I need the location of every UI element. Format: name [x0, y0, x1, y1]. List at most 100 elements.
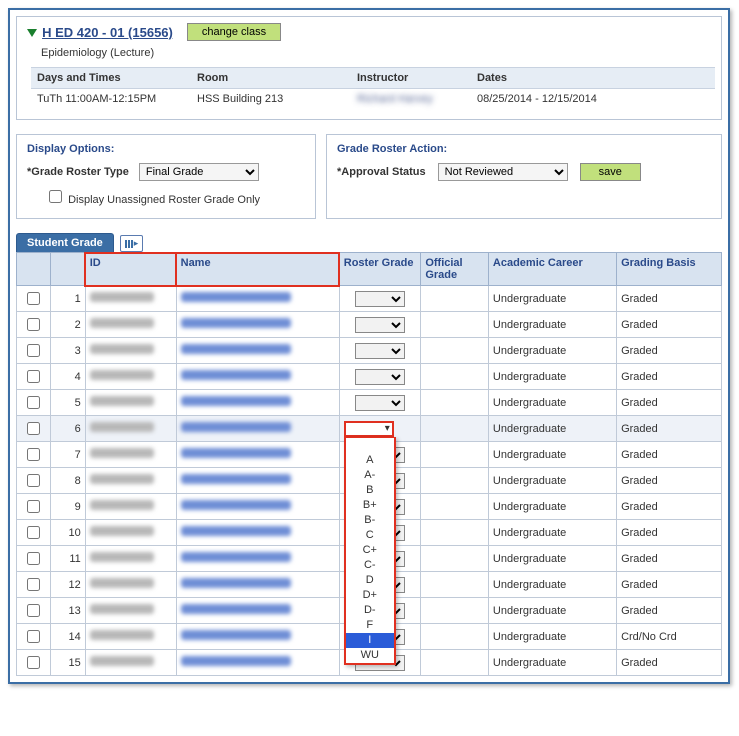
grade-option[interactable]: B	[346, 483, 394, 498]
grade-option[interactable]: B-	[346, 513, 394, 528]
class-link[interactable]: H ED 420 - 01 (15656)	[42, 25, 173, 40]
collapse-toggle[interactable]: H ED 420 - 01 (15656)	[27, 25, 173, 40]
student-name-link[interactable]	[181, 371, 291, 383]
grade-option[interactable]: D-	[346, 603, 394, 618]
official-grade	[421, 572, 489, 598]
student-name-link[interactable]	[181, 553, 291, 565]
row-number: 11	[50, 546, 85, 572]
th-official-grade[interactable]: Official Grade	[421, 253, 489, 286]
grading-basis: Graded	[617, 286, 722, 312]
row-checkbox[interactable]	[27, 292, 40, 305]
val-days: TuTh 11:00AM-12:15PM	[31, 89, 191, 110]
row-checkbox[interactable]	[27, 448, 40, 461]
grade-option[interactable]: D+	[346, 588, 394, 603]
grade-select[interactable]	[355, 343, 405, 359]
row-checkbox[interactable]	[27, 500, 40, 513]
grading-basis: Graded	[617, 494, 722, 520]
row-checkbox[interactable]	[27, 578, 40, 591]
grade-select[interactable]	[355, 369, 405, 385]
academic-career: Undergraduate	[488, 494, 616, 520]
official-grade	[421, 364, 489, 390]
unassigned-only-checkbox[interactable]	[49, 190, 62, 203]
student-name-link[interactable]	[181, 475, 291, 487]
grade-select[interactable]	[355, 317, 405, 333]
row-number: 6	[50, 416, 85, 442]
student-id	[85, 312, 176, 338]
grade-option[interactable]: A	[346, 453, 394, 468]
official-grade	[421, 650, 489, 676]
grade-dropdown-list[interactable]: AA-BB+B-CC+C-DD+D-FIWU	[344, 437, 396, 665]
row-number: 12	[50, 572, 85, 598]
row-number: 13	[50, 598, 85, 624]
official-grade	[421, 286, 489, 312]
grade-option[interactable]: D	[346, 573, 394, 588]
student-name-link[interactable]	[181, 319, 291, 331]
student-name-link[interactable]	[181, 423, 291, 435]
student-name-link[interactable]	[181, 579, 291, 591]
row-checkbox[interactable]	[27, 370, 40, 383]
roster-grade-cell: ▾ AA-BB+B-CC+C-DD+D-FIWU	[339, 416, 421, 442]
grade-option[interactable]: I	[346, 633, 394, 648]
row-checkbox[interactable]	[27, 656, 40, 669]
student-id	[85, 520, 176, 546]
grade-option[interactable]: F	[346, 618, 394, 633]
th-name[interactable]: Name	[176, 253, 339, 286]
row-checkbox[interactable]	[27, 630, 40, 643]
academic-career: Undergraduate	[488, 390, 616, 416]
official-grade	[421, 520, 489, 546]
grade-option[interactable]: WU	[346, 648, 394, 663]
row-checkbox[interactable]	[27, 526, 40, 539]
th-basis[interactable]: Grading Basis	[617, 253, 722, 286]
student-name-link[interactable]	[181, 345, 291, 357]
grading-basis: Graded	[617, 442, 722, 468]
th-roster-grade[interactable]: Roster Grade	[339, 253, 421, 286]
row-checkbox[interactable]	[27, 396, 40, 409]
row-checkbox[interactable]	[27, 474, 40, 487]
grade-select[interactable]	[355, 291, 405, 307]
row-number: 1	[50, 286, 85, 312]
student-name-link[interactable]	[181, 631, 291, 643]
approval-status-select[interactable]: Not Reviewed	[438, 163, 568, 181]
student-id	[85, 416, 176, 442]
student-name-link[interactable]	[181, 501, 291, 513]
tab-student-grade[interactable]: Student Grade	[16, 233, 114, 252]
roster-type-select[interactable]: Final Grade	[139, 163, 259, 181]
grade-option[interactable]: B+	[346, 498, 394, 513]
grade-option[interactable]: C+	[346, 543, 394, 558]
academic-career: Undergraduate	[488, 598, 616, 624]
grade-option[interactable]: C	[346, 528, 394, 543]
student-name-link[interactable]	[181, 657, 291, 669]
roster-action-box: Grade Roster Action: *Approval Status No…	[326, 134, 722, 219]
row-checkbox[interactable]	[27, 422, 40, 435]
grade-option-blank[interactable]	[346, 438, 394, 453]
th-career[interactable]: Academic Career	[488, 253, 616, 286]
row-checkbox[interactable]	[27, 552, 40, 565]
grade-select[interactable]	[355, 395, 405, 411]
th-id[interactable]: ID	[85, 253, 176, 286]
roster-type-label: *Grade Roster Type	[27, 166, 129, 178]
grid-view-icon[interactable]: ▸	[120, 235, 144, 252]
student-name-link[interactable]	[181, 605, 291, 617]
row-checkbox[interactable]	[27, 344, 40, 357]
grading-basis: Graded	[617, 650, 722, 676]
student-name-link[interactable]	[181, 397, 291, 409]
grade-option[interactable]: C-	[346, 558, 394, 573]
row-checkbox[interactable]	[27, 604, 40, 617]
roster-grade-cell	[339, 390, 421, 416]
row-checkbox[interactable]	[27, 318, 40, 331]
table-row: 5UndergraduateGraded	[17, 390, 722, 416]
change-class-button[interactable]: change class	[187, 23, 281, 41]
grade-dropdown[interactable]: ▾	[344, 421, 394, 437]
val-room: HSS Building 213	[191, 89, 351, 110]
grade-option[interactable]: A-	[346, 468, 394, 483]
student-name-link[interactable]	[181, 527, 291, 539]
student-name-link[interactable]	[181, 449, 291, 461]
save-button[interactable]: save	[580, 163, 641, 181]
academic-career: Undergraduate	[488, 572, 616, 598]
schedule-table: Days and Times Room Instructor Dates TuT…	[31, 67, 715, 109]
row-number: 4	[50, 364, 85, 390]
grading-basis: Graded	[617, 338, 722, 364]
student-id	[85, 442, 176, 468]
academic-career: Undergraduate	[488, 442, 616, 468]
student-name-link[interactable]	[181, 293, 291, 305]
